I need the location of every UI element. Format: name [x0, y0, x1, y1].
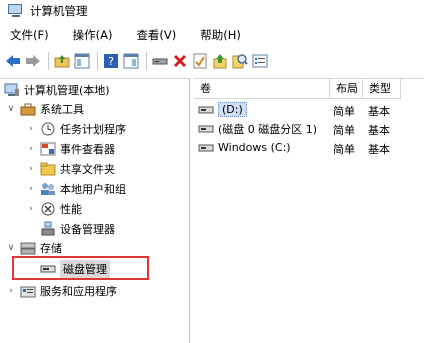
chevron-down-icon[interactable]: ∨ [6, 104, 16, 114]
tree-item-label: 计算机管理(本地) [24, 84, 110, 97]
chevron-right-icon[interactable]: › [6, 286, 16, 296]
menu-action[interactable]: 操作(A) [67, 24, 119, 46]
chevron-right-icon[interactable]: › [26, 164, 36, 174]
chevron-right-icon[interactable]: › [26, 124, 36, 134]
drive-icon [198, 102, 214, 118]
title-bar: 计算机管理 [0, 0, 424, 22]
chevron-right-icon[interactable]: › [26, 184, 36, 194]
toolbar: ? [0, 48, 424, 74]
toolbar-separator [48, 52, 49, 70]
tools-icon [20, 101, 36, 117]
tree-item-root[interactable]: 计算机管理(本地) [4, 80, 110, 100]
tree-item-label: 本地用户和组 [60, 183, 126, 196]
tree-item-label: 事件查看器 [60, 143, 115, 156]
table-row[interactable]: Windows (C:) [198, 138, 291, 157]
export-icon[interactable] [211, 52, 229, 70]
tree-item-label: 系统工具 [40, 103, 84, 116]
services-icon [20, 283, 36, 299]
svg-text:?: ? [108, 55, 114, 68]
layout-cell: 简单 [333, 143, 355, 156]
tree-item-performance[interactable]: › 性能 [26, 199, 82, 219]
properties-pane-icon[interactable] [122, 52, 140, 70]
delete-icon[interactable] [171, 52, 189, 70]
table-row[interactable]: (磁盘 0 磁盘分区 1) [198, 119, 317, 138]
tree-item-shared-folders[interactable]: › 共享文件夹 [26, 159, 115, 179]
table-row[interactable]: (D:) [198, 100, 247, 119]
chevron-right-icon[interactable]: › [26, 144, 36, 154]
drive-icon [198, 140, 214, 156]
device-manager-icon [40, 221, 56, 237]
tree-item-label: 服务和应用程序 [40, 285, 117, 298]
search-icon[interactable] [231, 52, 249, 70]
tree-item-services-apps[interactable]: › 服务和应用程序 [6, 281, 117, 301]
toolbar-separator [97, 52, 98, 70]
volume-name: (磁盘 0 磁盘分区 1) [218, 122, 318, 136]
volume-name: (D:) [218, 102, 247, 117]
menu-view[interactable]: 查看(V) [130, 24, 182, 46]
tree-item-storage[interactable]: ∨ 存储 [6, 238, 62, 258]
storage-icon [20, 240, 36, 256]
list-view-icon[interactable] [251, 52, 269, 70]
menu-bar: 文件(F) 操作(A) 查看(V) 帮助(H) [0, 24, 424, 46]
back-arrow-icon[interactable] [4, 52, 22, 70]
layout-cell: 简单 [333, 124, 355, 137]
column-header-layout[interactable]: 布局 [330, 79, 363, 99]
type-cell: 基本 [368, 105, 390, 118]
shared-folder-icon [40, 161, 56, 177]
help-icon[interactable]: ? [102, 52, 120, 70]
tree-item-label: 任务计划程序 [60, 123, 126, 136]
users-icon [40, 181, 56, 197]
column-header-type[interactable]: 类型 [363, 79, 401, 99]
connect-drive-icon[interactable] [151, 52, 169, 70]
menu-file[interactable]: 文件(F) [4, 24, 55, 46]
computer-management-icon [4, 82, 20, 98]
check-document-icon[interactable] [191, 52, 209, 70]
event-viewer-icon [40, 141, 56, 157]
volume-name: Windows (C:) [218, 141, 291, 154]
chevron-right-icon[interactable]: › [26, 204, 36, 214]
clock-icon [40, 121, 56, 137]
tree-item-task-scheduler[interactable]: › 任务计划程序 [26, 119, 126, 139]
tree-item-system-tools[interactable]: ∨ 系统工具 [6, 99, 84, 119]
tree-item-device-manager[interactable]: 设备管理器 [40, 219, 115, 239]
tree-item-local-users[interactable]: › 本地用户和组 [26, 179, 126, 199]
column-header-volume[interactable]: 卷 [194, 79, 330, 99]
tree-item-label: 共享文件夹 [60, 163, 115, 176]
chevron-down-icon[interactable]: ∨ [6, 243, 16, 253]
tree-item-event-viewer[interactable]: › 事件查看器 [26, 139, 115, 159]
menu-help[interactable]: 帮助(H) [194, 24, 247, 46]
forward-arrow-icon[interactable] [24, 52, 42, 70]
type-cell: 基本 [368, 124, 390, 137]
tree-item-label: 性能 [60, 203, 82, 216]
toolbar-separator [146, 52, 147, 70]
layout-cell: 简单 [333, 105, 355, 118]
show-tree-icon[interactable] [73, 52, 91, 70]
tree-item-label: 存储 [40, 242, 62, 255]
highlight-annotation-box [12, 256, 149, 280]
performance-icon [40, 201, 56, 217]
up-folder-icon[interactable] [53, 52, 71, 70]
tree-item-label: 设备管理器 [60, 223, 115, 236]
computer-management-icon [8, 4, 24, 18]
type-cell: 基本 [368, 143, 390, 156]
window-title: 计算机管理 [30, 4, 88, 18]
drive-icon [198, 121, 214, 137]
